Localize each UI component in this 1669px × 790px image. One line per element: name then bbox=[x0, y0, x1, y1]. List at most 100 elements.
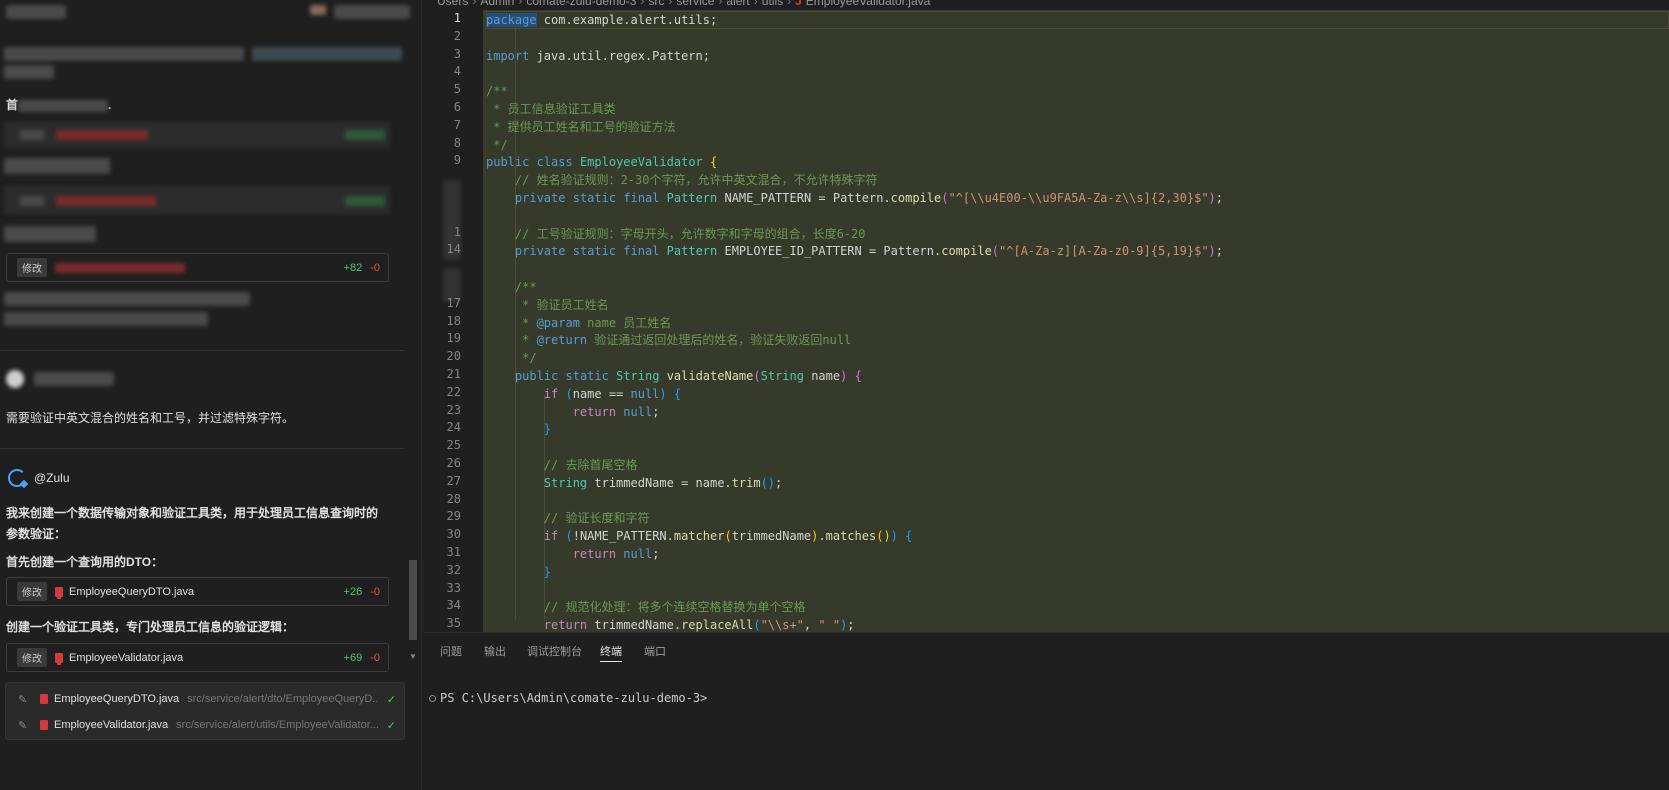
blurred bbox=[56, 130, 148, 140]
chat-scrollbar[interactable] bbox=[409, 560, 417, 640]
code-line[interactable]: * 提供员工姓名和工号的验证方法 bbox=[486, 118, 675, 136]
code-line[interactable]: // 验证长度和字符 bbox=[486, 509, 650, 527]
line-number: 24 bbox=[446, 420, 461, 435]
agent-step2: 创建一个验证工具类，专门处理员工信息的验证逻辑： bbox=[6, 620, 295, 634]
modify-badge: 修改 bbox=[17, 648, 47, 667]
user-name-blurred bbox=[34, 372, 114, 386]
blurred bbox=[345, 196, 385, 206]
line-number: 17 bbox=[446, 295, 461, 310]
agent-name: @Zulu bbox=[34, 471, 70, 485]
blurred-line bbox=[252, 47, 402, 61]
message-divider bbox=[0, 350, 404, 351]
scroll-down-arrow-icon[interactable]: ▼ bbox=[409, 652, 417, 661]
terminal-line[interactable]: PS C:\Users\Admin\comate-zulu-demo-3> bbox=[429, 691, 707, 705]
code-area[interactable]: package com.example.alert.utils; import j… bbox=[486, 10, 1669, 632]
line-number: 26 bbox=[446, 456, 461, 470]
changed-file-item[interactable]: ✎ EmployeeValidator.java src/service/ale… bbox=[6, 712, 406, 738]
line-number: 1 bbox=[453, 11, 461, 25]
blurred-header-right bbox=[334, 5, 410, 19]
code-line[interactable]: import java.util.regex.Pattern; bbox=[486, 47, 710, 65]
code-line[interactable]: } bbox=[486, 563, 551, 581]
code-line[interactable]: * 验证员工姓名 bbox=[486, 296, 608, 314]
code-line[interactable]: // 姓名验证规则：2-30个字符，允许中英文混合，不允许特殊字符 bbox=[486, 171, 878, 189]
edit-pencil-icon: ✎ bbox=[18, 719, 28, 732]
user-avatar bbox=[6, 370, 24, 388]
breadcrumb-item[interactable]: Users bbox=[437, 0, 468, 8]
file-card-partial[interactable]: 修改 +82 -0 bbox=[6, 253, 389, 282]
code-line[interactable]: // 规范化处理：将多个连续空格替换为单个空格 bbox=[486, 598, 806, 616]
edit-pencil-icon: ✎ bbox=[18, 693, 28, 706]
line-number: 14 bbox=[446, 242, 461, 257]
code-line[interactable]: public static String validateName(String… bbox=[486, 367, 862, 385]
line-number: 32 bbox=[446, 562, 461, 577]
tab-debug-console[interactable]: 调试控制台 bbox=[527, 643, 582, 659]
java-file-icon bbox=[55, 586, 63, 599]
line-number: 6 bbox=[453, 100, 461, 114]
line-number: 3 bbox=[453, 46, 461, 61]
code-line[interactable]: if (!NAME_PATTERN.matcher(trimmedName).m… bbox=[486, 527, 913, 545]
zulu-logo-icon bbox=[8, 469, 26, 487]
changed-file-item[interactable]: ✎ EmployeeQueryDTO.java src/service/aler… bbox=[6, 686, 406, 712]
line-number: 19 bbox=[446, 331, 461, 346]
breadcrumb-item[interactable]: alert bbox=[726, 0, 749, 8]
line-number: 25 bbox=[446, 438, 461, 453]
tab-output[interactable]: 输出 bbox=[484, 643, 506, 659]
check-icon: ✓ bbox=[386, 719, 396, 732]
file-name: EmployeeQueryDTO.java bbox=[54, 693, 180, 705]
message-divider bbox=[0, 448, 404, 449]
code-line[interactable]: * @param name 员工姓名 bbox=[486, 314, 671, 332]
code-line[interactable]: if (name == null) { bbox=[486, 385, 681, 403]
code-line[interactable]: return null; bbox=[486, 545, 660, 563]
code-line[interactable]: /** bbox=[486, 278, 537, 296]
breadcrumb-item[interactable]: src bbox=[648, 0, 664, 8]
line-number: 5 bbox=[453, 82, 461, 97]
tab-problems[interactable]: 问题 bbox=[440, 643, 462, 659]
code-line[interactable]: /** bbox=[486, 82, 508, 100]
line-number: 29 bbox=[446, 509, 461, 524]
line-number: 27 bbox=[446, 473, 461, 488]
code-line[interactable]: } bbox=[486, 420, 551, 438]
code-line[interactable]: // 去除首尾空格 bbox=[486, 456, 638, 474]
blurred bbox=[56, 196, 156, 206]
code-editor[interactable]: 1 2 3 4 5 6 7 8 9 1 14 17 18 19 20 21 22 23 24 25 26 27 28 29 30… bbox=[423, 10, 1669, 632]
blurred-line bbox=[4, 226, 96, 242]
bottom-panel: 问题 输出 调试控制台 终端 端口 PS C:\Users\Admin\coma… bbox=[423, 632, 1669, 790]
code-line[interactable]: return trimmedName.replaceAll("\\s+", " … bbox=[486, 616, 855, 632]
file-name: EmployeeValidator.java bbox=[69, 651, 184, 664]
line-number: 8 bbox=[453, 135, 461, 150]
file-name: EmployeeValidator.java bbox=[54, 719, 169, 731]
breadcrumb-item[interactable]: service bbox=[676, 0, 714, 8]
tab-terminal[interactable]: 终端 bbox=[600, 643, 622, 662]
code-line[interactable]: private static final Pattern NAME_PATTER… bbox=[486, 189, 1223, 207]
blurred-header-avatar bbox=[310, 5, 326, 15]
file-card-dto[interactable]: 修改 EmployeeQueryDTO.java +26 -0 bbox=[6, 577, 389, 606]
file-path: src/service/alert/utils/EmployeeValidato… bbox=[176, 719, 379, 731]
code-line[interactable]: String trimmedName = name.trim(); bbox=[486, 474, 782, 492]
code-line[interactable]: return null; bbox=[486, 403, 660, 421]
line-number: 2 bbox=[453, 28, 461, 43]
blurred-line bbox=[4, 158, 110, 174]
code-line[interactable]: */ bbox=[486, 136, 507, 154]
file-card-validator[interactable]: 修改 EmployeeValidator.java +69 -0 bbox=[6, 643, 389, 672]
line-number: 33 bbox=[446, 580, 461, 595]
line-number: 23 bbox=[446, 402, 461, 417]
breadcrumb-item[interactable]: comate-zulu-demo-3 bbox=[526, 0, 636, 8]
blurred-line bbox=[4, 292, 250, 306]
deleted-lines: -0 bbox=[370, 651, 380, 664]
java-file-icon bbox=[40, 720, 48, 730]
line-number: 30 bbox=[446, 527, 461, 542]
code-line[interactable]: private static final Pattern EMPLOYEE_ID… bbox=[486, 242, 1223, 260]
added-lines: +82 bbox=[343, 261, 363, 274]
blurred-header-left bbox=[6, 5, 66, 19]
line-number: 34 bbox=[446, 598, 461, 613]
tab-ports[interactable]: 端口 bbox=[644, 643, 666, 659]
code-line[interactable]: public class EmployeeValidator { bbox=[486, 153, 717, 171]
breadcrumb-file[interactable]: EmployeeValidator.java bbox=[806, 0, 931, 8]
code-line[interactable]: * 员工信息验证工具类 bbox=[486, 100, 615, 118]
code-line[interactable]: // 工号验证规则：字母开头，允许数字和字母的组合，长度6-20 bbox=[486, 225, 866, 243]
code-line[interactable]: * @return 验证通过返回处理后的姓名，验证失败返回null bbox=[486, 331, 851, 349]
breadcrumb-item[interactable]: utils bbox=[762, 0, 783, 8]
breadcrumb-item[interactable]: Admin bbox=[480, 0, 514, 8]
code-line[interactable]: */ bbox=[486, 349, 536, 367]
agent-step1: 首先创建一个查询用的DTO： bbox=[6, 555, 164, 569]
